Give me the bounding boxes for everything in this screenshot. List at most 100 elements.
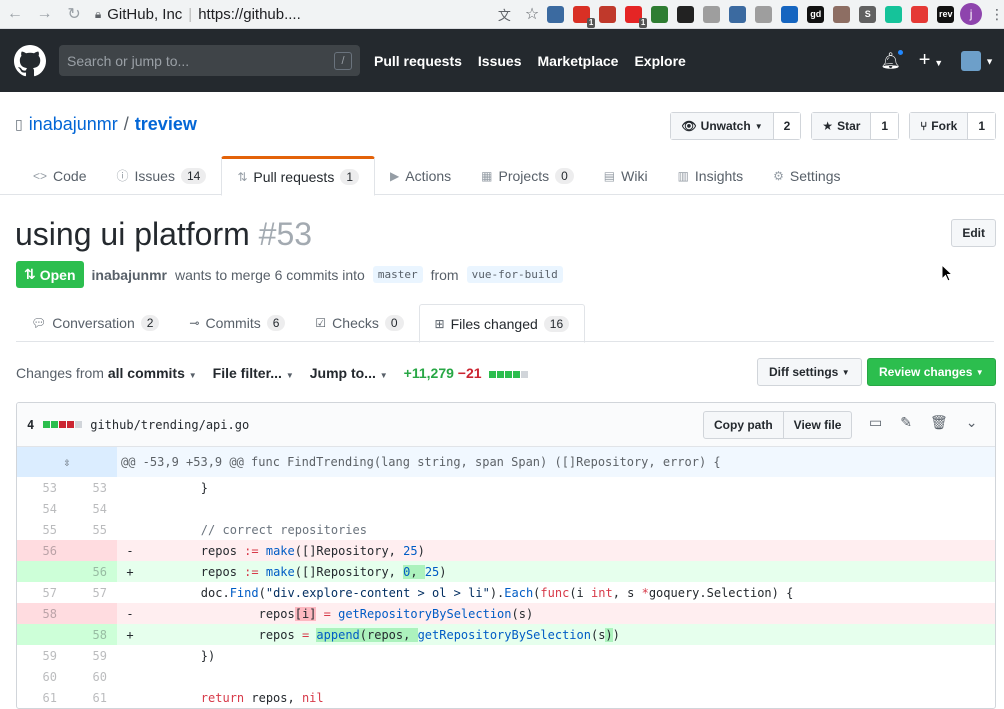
pencil-icon[interactable]: ✎ xyxy=(900,415,912,431)
file-filter-menu[interactable]: File filter... ▼ xyxy=(213,365,294,381)
back-arrow-icon[interactable]: ← xyxy=(0,5,30,23)
tab-counter: 16 xyxy=(543,315,570,332)
recycle-ext-icon[interactable] xyxy=(651,5,669,23)
unwatch-button[interactable]: 👁︎ Unwatch ▼ xyxy=(671,113,774,139)
table-row: 59 59 }) xyxy=(42,648,216,663)
chevron-down-icon: ▼ xyxy=(188,371,197,380)
github-logo-icon[interactable] xyxy=(14,44,46,77)
repo-owner-link[interactable]: inabajunmr xyxy=(29,114,118,135)
address-bar[interactable]: 🔒︎ GitHub, Inc | https://github.... xyxy=(95,2,492,26)
url-text: https://github.... xyxy=(198,5,301,23)
forks-count[interactable]: 1 xyxy=(968,113,995,139)
s-ext-icon[interactable]: S xyxy=(859,5,877,23)
table-row: 56 + repos := make([]Repository, 0, 25) xyxy=(17,561,995,582)
create-new-button[interactable]: + ▼ xyxy=(919,49,944,72)
commit-icon: ⊸ xyxy=(189,316,200,330)
base-branch[interactable]: master xyxy=(372,266,423,283)
chevron-down-icon[interactable]: ⌄ xyxy=(966,415,978,431)
table-row: 58- repos[i] = getRepositoryBySelection(… xyxy=(17,603,995,624)
rev-ext-icon[interactable]: rev xyxy=(937,5,955,23)
display-rich-diff-icon[interactable]: ▭ xyxy=(869,415,882,431)
fork-button[interactable]: ⑂ Fork xyxy=(910,113,969,139)
tab-commits[interactable]: ⊸ Commits 6 xyxy=(174,304,300,342)
tab-files-changed[interactable]: ⊞ Files changed 16 xyxy=(418,304,586,343)
chevron-down-icon: ▼ xyxy=(379,371,388,380)
tab-projects[interactable]: ▦ Projects 0 xyxy=(466,156,589,195)
grid-ext-icon[interactable] xyxy=(703,5,721,23)
bookmark-star-icon[interactable]: ☆ xyxy=(525,4,539,24)
tab-actions[interactable]: ▶ Actions xyxy=(375,156,466,195)
diff-settings-button[interactable]: Diff settings ▼ xyxy=(757,358,862,386)
tab-counter: 0 xyxy=(384,315,404,331)
user-menu-button[interactable]: ▼ xyxy=(961,50,994,71)
search-input[interactable]: Search or jump to... / xyxy=(59,45,360,76)
jump-to-menu[interactable]: Jump to... ▼ xyxy=(310,365,388,381)
review-changes-button[interactable]: Review changes ▼ xyxy=(867,358,996,386)
pen-ext-icon[interactable] xyxy=(911,5,929,23)
book-icon: ▤ xyxy=(603,168,616,183)
pull-request-icon: ⇅ xyxy=(237,170,248,184)
forward-arrow-icon[interactable]: → xyxy=(30,5,60,23)
tab-wiki[interactable]: ▤ Wiki xyxy=(589,156,663,195)
browser-menu-icon[interactable]: ⋮ xyxy=(990,6,1004,23)
opera-ext-icon[interactable]: 1 xyxy=(625,5,648,28)
issue-icon: ⓘ xyxy=(116,169,129,183)
nav-link-marketplace[interactable]: Marketplace xyxy=(538,53,619,69)
tab-settings[interactable]: ⚙ Settings xyxy=(758,156,855,195)
todo-ext-icon[interactable]: 1 xyxy=(573,5,596,28)
tab-insights[interactable]: ▥ Insights xyxy=(663,156,759,195)
gd-ext-icon[interactable]: gd xyxy=(807,5,825,23)
nav-link-pull-requests[interactable]: Pull requests xyxy=(374,53,462,69)
nav-link-issues[interactable]: Issues xyxy=(478,53,522,69)
author-link[interactable]: inabajunmr xyxy=(92,267,167,283)
star-button-group: ★ Star 1 xyxy=(811,112,900,140)
star-icon: ★ xyxy=(822,119,834,133)
translate-icon[interactable]: 文 xyxy=(498,5,511,24)
tab-counter: 1 xyxy=(340,169,360,185)
notifications-bell-icon[interactable]: 🔔︎ xyxy=(880,47,905,71)
total-diffstat: +11,279 −21 xyxy=(404,365,529,381)
avatar2-ext-icon[interactable] xyxy=(729,5,747,23)
book-ext-icon[interactable] xyxy=(599,5,617,23)
copy-path-button[interactable]: Copy path xyxy=(704,412,783,438)
chevron-down-icon: ▼ xyxy=(985,56,994,67)
tab-label: Files changed xyxy=(450,315,538,332)
bars-ext-icon[interactable] xyxy=(781,5,799,23)
repo-name-link[interactable]: treview xyxy=(135,114,197,135)
fork-icon: ⑂ xyxy=(920,119,928,133)
tab-code[interactable]: <> Code xyxy=(18,156,101,195)
file-diff: 4 github/trending/api.go Copy path View … xyxy=(16,402,996,709)
tab-checks[interactable]: ☑ Checks 0 xyxy=(300,304,418,342)
tab-conversation[interactable]: 💬︎ Conversation 2 xyxy=(16,304,174,342)
avatar-ext-icon[interactable] xyxy=(547,5,565,23)
grammarly-ext-icon[interactable] xyxy=(885,5,903,23)
trash-icon[interactable]: 🗑︎ xyxy=(930,415,948,431)
watchers-count[interactable]: 2 xyxy=(773,113,801,139)
pr-title: using ui platform #53 xyxy=(15,216,312,253)
changes-from-menu[interactable]: Changes from all commits ▼ xyxy=(16,365,197,381)
tab-issues[interactable]: ⓘ Issues 14 xyxy=(101,156,221,195)
head-branch[interactable]: vue-for-build xyxy=(466,266,563,283)
file-path[interactable]: github/trending/api.go xyxy=(90,418,249,432)
stars-count[interactable]: 1 xyxy=(871,113,899,139)
reload-icon[interactable]: ↻ xyxy=(59,4,89,24)
view-file-button[interactable]: View file xyxy=(782,412,852,438)
vuetify-ext-icon[interactable] xyxy=(755,5,773,23)
tab-label: Conversation xyxy=(52,315,135,331)
diff-table: ⇳ @@ -53,9 +53,9 @@ func FindTrending(la… xyxy=(17,447,995,708)
tab-pull-requests[interactable]: ⇅ Pull requests 1 xyxy=(221,156,376,196)
star-button[interactable]: ★ Star xyxy=(812,113,872,139)
nav-link-explore[interactable]: Explore xyxy=(634,53,685,69)
file-diffstat-bar xyxy=(43,421,83,428)
profile-avatar[interactable]: j xyxy=(960,3,982,25)
slash-ext-icon[interactable] xyxy=(677,5,695,23)
photo-ext-icon[interactable] xyxy=(833,5,851,23)
edit-button[interactable]: Edit xyxy=(951,219,996,247)
review-changes-label: Review changes xyxy=(879,365,973,379)
expand-icon[interactable]: ⇳ xyxy=(17,447,117,477)
star-label: Star xyxy=(837,119,861,133)
extension-badge: 1 xyxy=(586,17,596,28)
hunk-header: @@ -53,9 +53,9 @@ func FindTrending(lang… xyxy=(117,447,995,477)
tab-counter: 2 xyxy=(140,315,160,331)
unwatch-label: Unwatch xyxy=(700,119,751,133)
